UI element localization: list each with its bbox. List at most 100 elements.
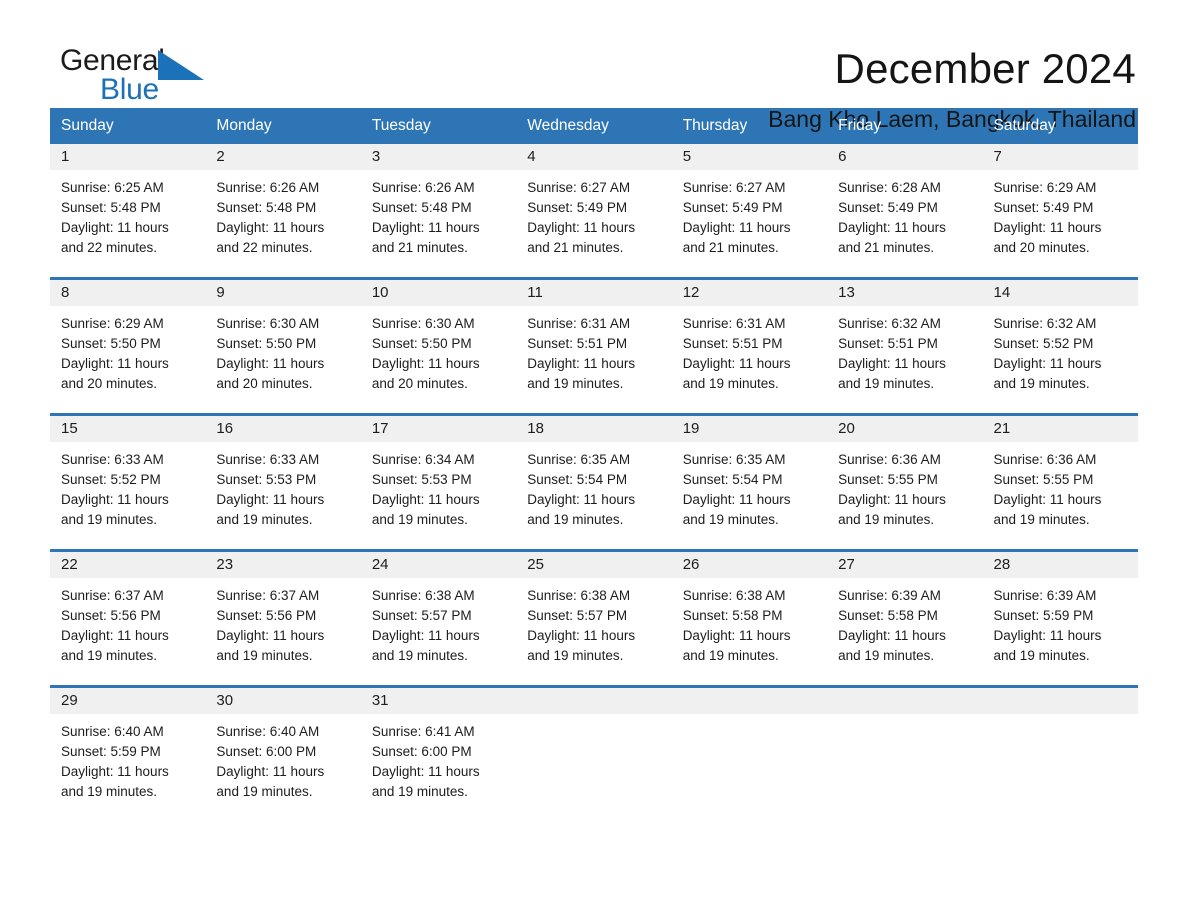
daylight-text-line2: and 19 minutes. <box>527 648 624 663</box>
calendar-day-cell[interactable]: 28 Sunrise: 6:39 AM Sunset: 5:59 PM Dayligh… <box>982 552 1138 672</box>
day-number: 11 <box>516 280 672 306</box>
sunset-text: Sunset: 5:48 PM <box>216 200 317 215</box>
day-number: 18 <box>516 416 672 442</box>
sunrise-text: Sunrise: 6:32 AM <box>838 316 941 331</box>
daylight-text-line2: and 19 minutes. <box>371 784 468 799</box>
weekday-header-wednesday: Wednesday <box>527 117 609 134</box>
calendar-day-cell[interactable]: 4 Sunrise: 6:27 AM Sunset: 5:49 PM Daylight… <box>516 144 672 264</box>
calendar-day-cell[interactable]: 6 Sunrise: 6:28 AM Sunset: 5:49 PM Daylight… <box>827 144 983 264</box>
week-cells: 15 Sunrise: 6:33 AM Sunset: 5:52 PM Dayligh… <box>50 416 1138 536</box>
day-number <box>671 688 828 714</box>
sunrise-text: Sunrise: 6:36 AM <box>993 452 1097 467</box>
calendar-day-cell[interactable]: 24 Sunrise: 6:38 AM Sunset: 5:57 PM Dayligh… <box>360 552 517 672</box>
calendar-day-cell[interactable]: 18 Sunrise: 6:35 AM Sunset: 5:54 PM Dayligh… <box>516 416 672 536</box>
calendar-day-cell[interactable]: 11 Sunrise: 6:31 AM Sunset: 5:51 PM Dayligh… <box>516 280 672 400</box>
sunrise-text: Sunrise: 6:26 AM <box>216 180 320 195</box>
calendar-week-row: 1 Sunrise: 6:25 AM Sunset: 5:48 PM Daylight… <box>50 144 1138 264</box>
daylight-text-line2: and 19 minutes. <box>527 376 624 391</box>
sunset-text: Sunset: 5:58 PM <box>682 608 783 623</box>
calendar-day-cell[interactable]: 21 Sunrise: 6:36 AM Sunset: 5:55 PM Dayligh… <box>982 416 1138 536</box>
calendar-day-cell[interactable]: 26 Sunrise: 6:38 AM Sunset: 5:58 PM Dayligh… <box>671 552 828 672</box>
calendar-day-cell[interactable]: 29 Sunrise: 6:40 AM Sunset: 5:59 PM Dayligh… <box>50 688 206 808</box>
day-details: Sunrise: 6:39 AM Sunset: 5:58 PM Daylight:… <box>827 578 982 672</box>
daylight-text-line1: Daylight: 11 hours <box>216 628 325 643</box>
calendar-day-cell[interactable]: 3 Sunrise: 6:26 AM Sunset: 5:48 PM Daylight… <box>360 144 517 264</box>
day-details: Sunrise: 6:36 AM Sunset: 5:55 PM Daylight:… <box>983 442 1138 536</box>
day-number: 22 <box>50 552 206 578</box>
calendar-day-cell[interactable]: 9 Sunrise: 6:30 AM Sunset: 5:50 PM Daylight… <box>205 280 361 400</box>
weekday-header-monday: Monday <box>216 117 272 134</box>
day-number: 17 <box>360 416 517 442</box>
calendar-day-cell[interactable]: 1 Sunrise: 6:25 AM Sunset: 5:48 PM Daylight… <box>50 144 206 264</box>
daylight-text-line1: Daylight: 11 hours <box>838 356 946 371</box>
day-details: Sunrise: 6:31 AM Sunset: 5:51 PM Daylight:… <box>516 306 671 400</box>
sunset-text: Sunset: 5:50 PM <box>216 336 317 351</box>
daylight-text-line2: and 19 minutes. <box>61 512 158 527</box>
weekday-header-friday: Friday <box>838 117 882 134</box>
sunrise-text: Sunrise: 6:29 AM <box>61 316 164 331</box>
page-title: December 2024 <box>834 45 1136 92</box>
day-details: Sunrise: 6:31 AM Sunset: 5:51 PM Daylight:… <box>672 306 827 400</box>
day-number: 30 <box>205 688 361 714</box>
calendar-day-cell[interactable]: 8 Sunrise: 6:29 AM Sunset: 5:50 PM Daylight… <box>50 280 206 400</box>
calendar-day-cell[interactable]: 20 Sunrise: 6:36 AM Sunset: 5:55 PM Dayligh… <box>827 416 983 536</box>
calendar-week-row: 8 Sunrise: 6:29 AM Sunset: 5:50 PM Daylight… <box>50 277 1138 400</box>
calendar-day-cell[interactable]: 31 Sunrise: 6:41 AM Sunset: 6:00 PM Dayligh… <box>360 688 517 808</box>
day-number: 14 <box>982 280 1138 306</box>
calendar-day-cell-empty <box>671 688 828 808</box>
day-details: Sunrise: 6:34 AM Sunset: 5:53 PM Daylight:… <box>361 442 516 536</box>
sunset-text: Sunset: 5:59 PM <box>61 744 161 759</box>
calendar-day-cell[interactable]: 16 Sunrise: 6:33 AM Sunset: 5:53 PM Dayligh… <box>205 416 361 536</box>
logo-triangle-icon <box>158 50 204 80</box>
calendar-day-cell[interactable]: 25 Sunrise: 6:38 AM Sunset: 5:57 PM Dayligh… <box>516 552 672 672</box>
calendar-day-cell[interactable]: 13 Sunrise: 6:32 AM Sunset: 5:51 PM Dayligh… <box>827 280 983 400</box>
sunset-text: Sunset: 5:57 PM <box>371 608 472 623</box>
sunrise-text: Sunrise: 6:26 AM <box>371 180 475 195</box>
sunset-text: Sunset: 5:51 PM <box>527 336 628 351</box>
day-details: Sunrise: 6:28 AM Sunset: 5:49 PM Daylight:… <box>827 170 982 264</box>
sunrise-text: Sunrise: 6:33 AM <box>61 452 164 467</box>
calendar-day-cell[interactable]: 27 Sunrise: 6:39 AM Sunset: 5:58 PM Dayligh… <box>827 552 983 672</box>
calendar-day-cell[interactable]: 23 Sunrise: 6:37 AM Sunset: 5:56 PM Dayligh… <box>205 552 361 672</box>
sunrise-text: Sunrise: 6:30 AM <box>216 316 320 331</box>
daylight-text-line2: and 19 minutes. <box>216 648 313 663</box>
calendar-day-cell[interactable]: 10 Sunrise: 6:30 AM Sunset: 5:50 PM Dayligh… <box>360 280 517 400</box>
daylight-text-line1: Daylight: 11 hours <box>993 220 1102 235</box>
calendar-day-cell[interactable]: 15 Sunrise: 6:33 AM Sunset: 5:52 PM Dayligh… <box>50 416 206 536</box>
daylight-text-line2: and 19 minutes. <box>993 376 1090 391</box>
calendar-day-cell[interactable]: 12 Sunrise: 6:31 AM Sunset: 5:51 PM Dayligh… <box>671 280 828 400</box>
calendar-day-cell[interactable]: 17 Sunrise: 6:34 AM Sunset: 5:53 PM Dayligh… <box>360 416 517 536</box>
weekday-header-thursday: Thursday <box>682 117 748 134</box>
day-number: 12 <box>671 280 828 306</box>
sunset-text: Sunset: 5:59 PM <box>993 608 1094 623</box>
day-details <box>516 714 671 808</box>
calendar-day-cell[interactable]: 19 Sunrise: 6:35 AM Sunset: 5:54 PM Dayligh… <box>671 416 828 536</box>
day-number: 28 <box>982 552 1138 578</box>
daylight-text-line1: Daylight: 11 hours <box>682 220 791 235</box>
daylight-text-line1: Daylight: 11 hours <box>993 492 1102 507</box>
day-details: Sunrise: 6:27 AM Sunset: 5:49 PM Daylight:… <box>672 170 827 264</box>
day-details <box>672 714 827 808</box>
calendar-week-row: 15 Sunrise: 6:33 AM Sunset: 5:52 PM Dayligh… <box>50 413 1138 536</box>
day-number: 26 <box>671 552 828 578</box>
sunrise-text: Sunrise: 6:35 AM <box>527 452 631 467</box>
sunrise-text: Sunrise: 6:40 AM <box>61 724 164 739</box>
week-cells: 8 Sunrise: 6:29 AM Sunset: 5:50 PM Daylight… <box>50 280 1138 400</box>
calendar-day-cell[interactable]: 5 Sunrise: 6:27 AM Sunset: 5:49 PM Daylight… <box>671 144 828 264</box>
daylight-text-line1: Daylight: 11 hours <box>61 220 169 235</box>
calendar-day-cell[interactable]: 22 Sunrise: 6:37 AM Sunset: 5:56 PM Dayligh… <box>50 552 206 672</box>
day-number: 24 <box>360 552 517 578</box>
daylight-text-line1: Daylight: 11 hours <box>61 356 169 371</box>
calendar-day-cell[interactable]: 7 Sunrise: 6:29 AM Sunset: 5:49 PM Daylight… <box>982 144 1138 264</box>
sunset-text: Sunset: 5:56 PM <box>216 608 317 623</box>
calendar-day-cell[interactable]: 2 Sunrise: 6:26 AM Sunset: 5:48 PM Daylight… <box>205 144 361 264</box>
calendar-day-cell[interactable]: 14 Sunrise: 6:32 AM Sunset: 5:52 PM Dayligh… <box>982 280 1138 400</box>
sunrise-text: Sunrise: 6:40 AM <box>216 724 320 739</box>
daylight-text-line2: and 20 minutes. <box>371 376 468 391</box>
sunset-text: Sunset: 5:58 PM <box>838 608 938 623</box>
calendar-week-list: 1 Sunrise: 6:25 AM Sunset: 5:48 PM Daylight… <box>50 144 1138 808</box>
daylight-text-line2: and 19 minutes. <box>371 512 468 527</box>
daylight-text-line2: and 19 minutes. <box>838 376 935 391</box>
daylight-text-line1: Daylight: 11 hours <box>682 492 791 507</box>
calendar-day-cell[interactable]: 30 Sunrise: 6:40 AM Sunset: 6:00 PM Dayligh… <box>205 688 361 808</box>
